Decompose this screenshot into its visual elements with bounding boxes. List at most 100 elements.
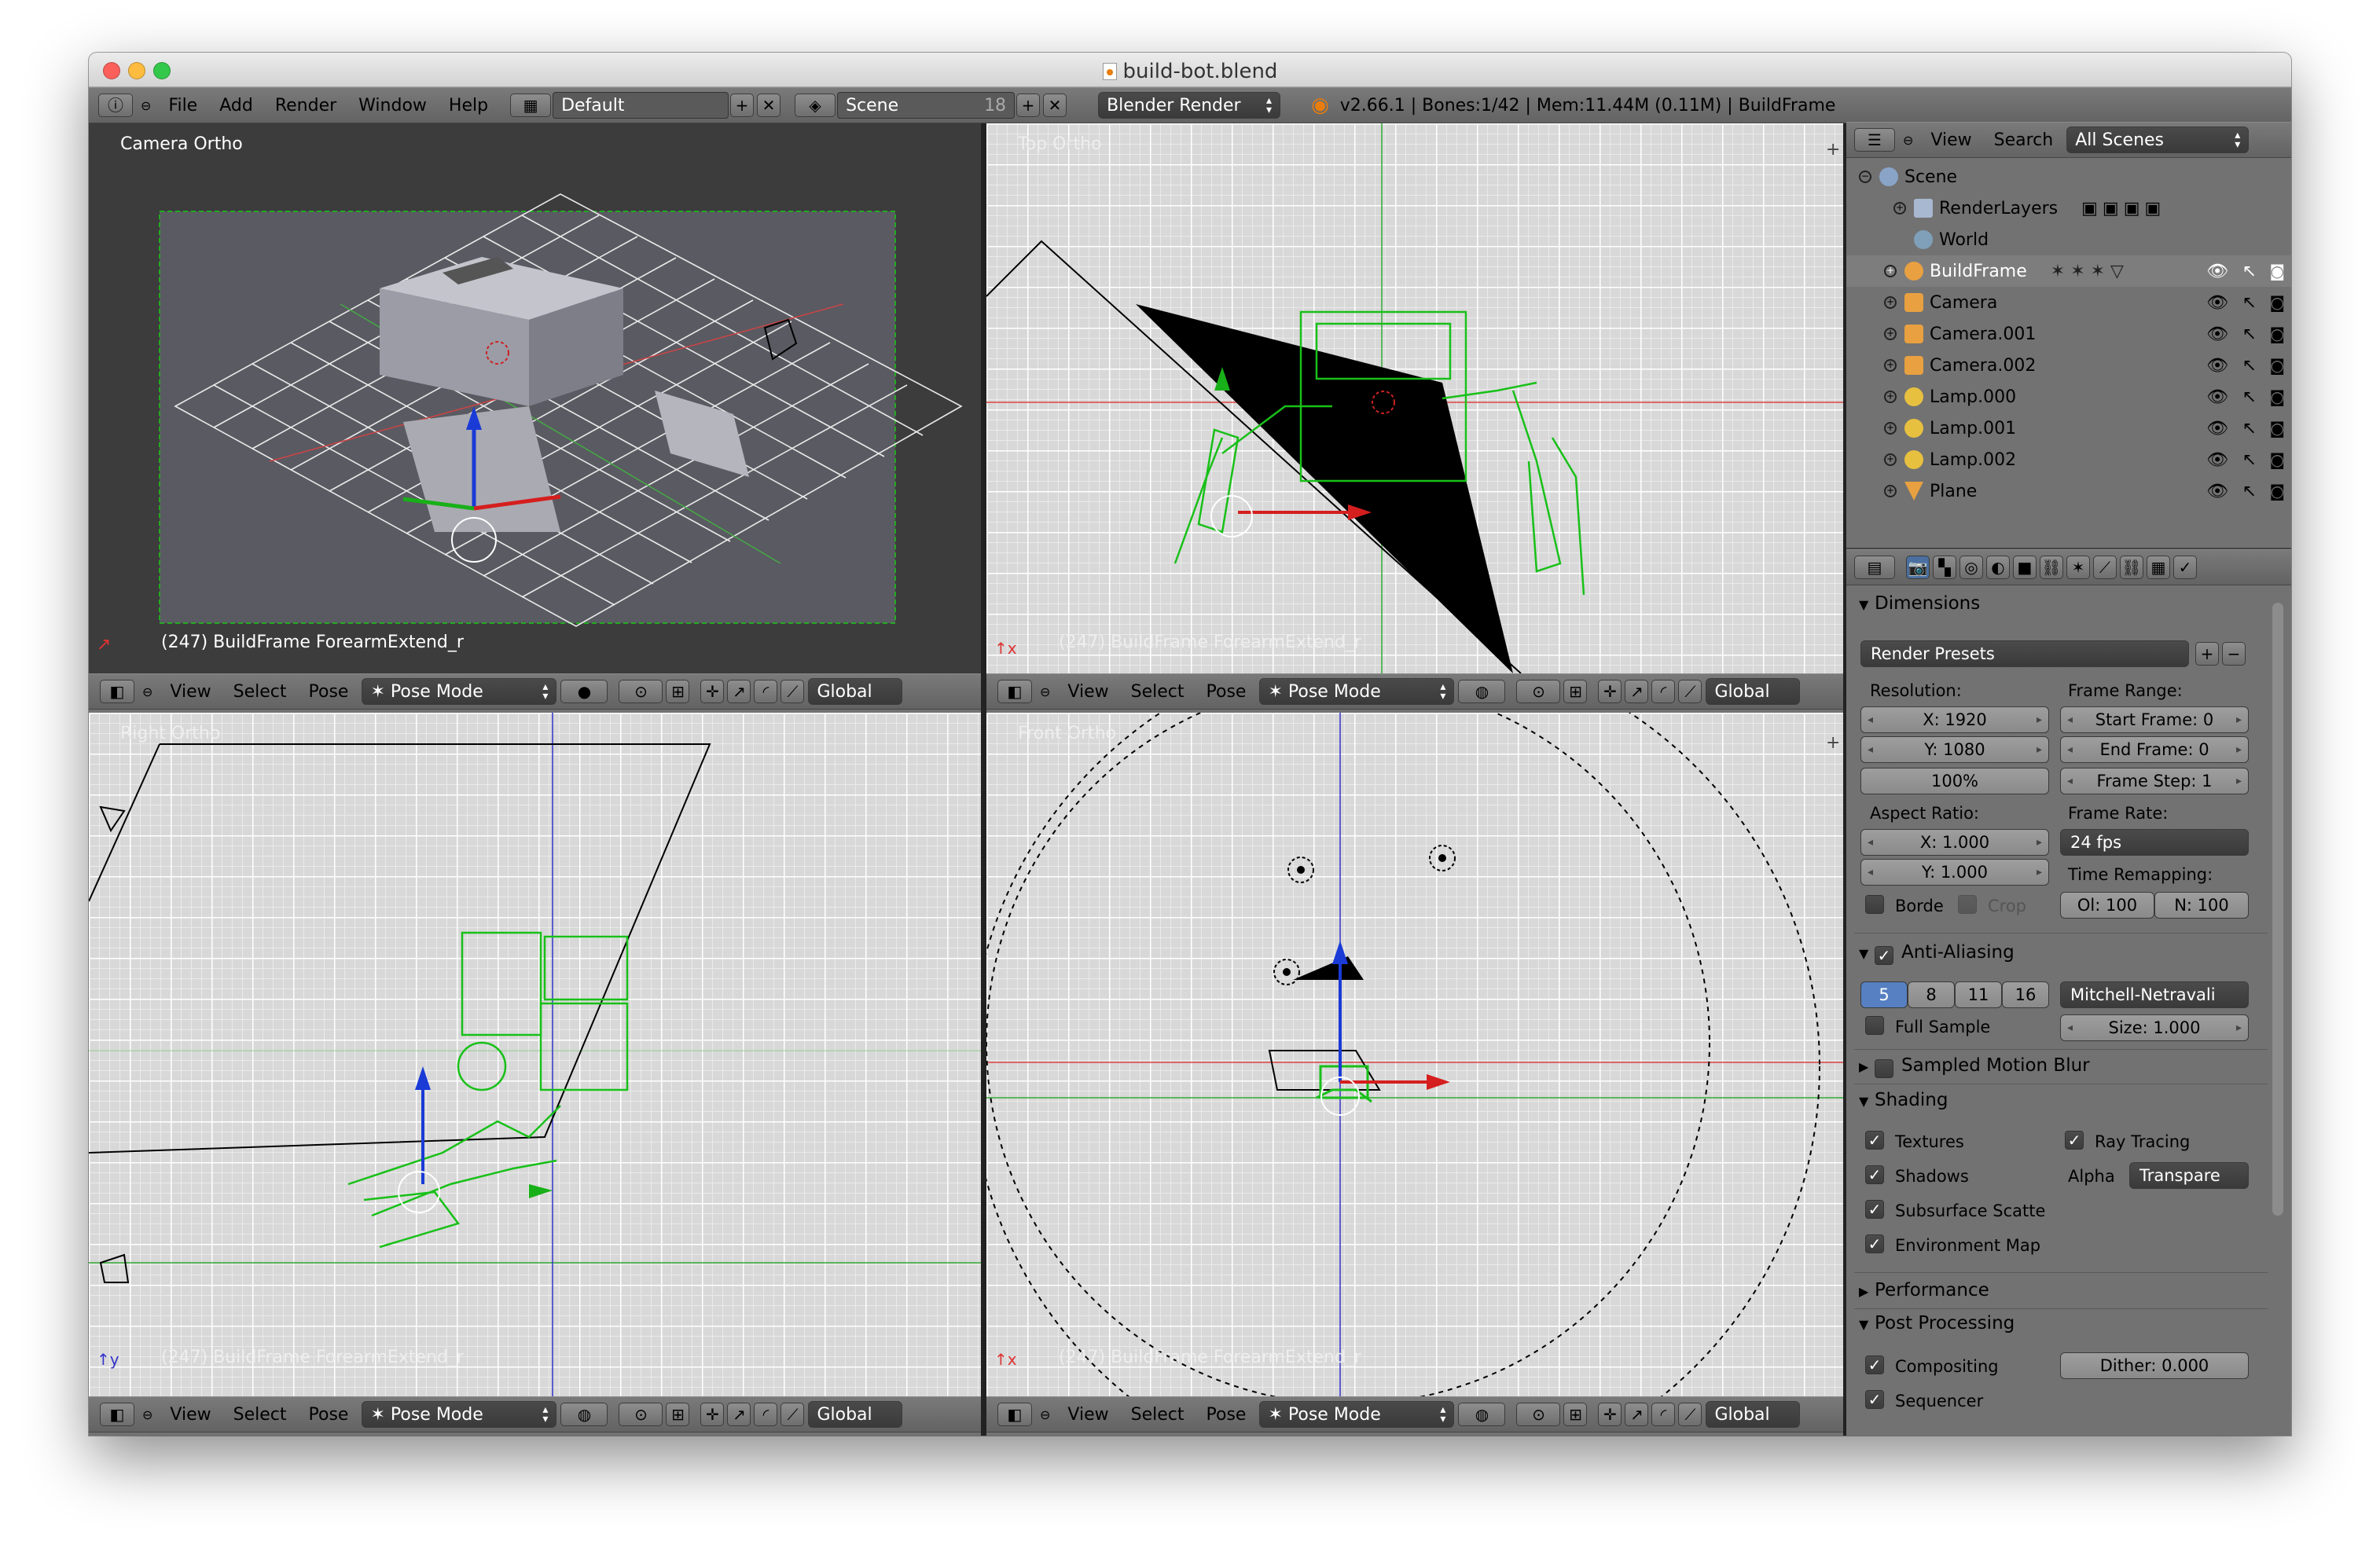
selectable-arrow-icon[interactable]: ↖ [2242, 482, 2257, 501]
pivot-point-icon[interactable]: ⊙ [1516, 680, 1561, 703]
outliner-item-world[interactable]: World [1846, 224, 2291, 255]
shadows-checkbox[interactable]: ✓ [1865, 1165, 1884, 1184]
orientation-dropdown[interactable]: Global [1706, 678, 1801, 705]
pose-manipulator-icon[interactable]: ⟋ [1678, 1403, 1702, 1426]
menu-view[interactable]: View [159, 682, 222, 702]
outliner-item-renderlayers[interactable]: + RenderLayers ▣▣▣▣ [1846, 193, 2291, 224]
selectable-arrow-icon[interactable]: ↖ [2242, 262, 2257, 281]
aa-samples-8[interactable]: 8 [1908, 981, 1955, 1008]
collapse-menu-icon[interactable]: ⊖ [141, 98, 151, 113]
scale-manipulator-icon[interactable]: ◜ [754, 680, 778, 703]
menu-pose[interactable]: Pose [1196, 682, 1258, 702]
outliner-item-plane[interactable]: + Plane 👁 ↖ ◙ [1846, 475, 2291, 507]
visibility-eye-icon[interactable]: 👁 [2206, 325, 2228, 344]
visibility-eye-icon[interactable]: 👁 [2206, 419, 2228, 438]
menu-window[interactable]: Window [347, 96, 438, 116]
expand-icon[interactable]: + [1884, 328, 1897, 340]
viewport-shading-icon[interactable]: ● [560, 680, 608, 703]
textures-checkbox[interactable]: ✓ [1865, 1131, 1884, 1150]
collapse-menu-icon[interactable]: ⊖ [142, 684, 152, 699]
scene-icon[interactable]: ◈ [795, 94, 836, 117]
viewport-front[interactable]: ↑x + Front Ortho (247) BuildFrame Forear… [986, 713, 1843, 1396]
dither-field[interactable]: Dither: 0.000 [2060, 1352, 2249, 1379]
pivot-point-icon[interactable]: ⊙ [1516, 1403, 1561, 1426]
menu-pose[interactable]: Pose [298, 682, 360, 702]
manipulator-toggle-icon[interactable]: ⊞ [1563, 680, 1588, 703]
expand-icon[interactable]: + [1884, 453, 1897, 466]
dimensions-panel-header[interactable]: ▼ Dimensions [1859, 593, 1980, 614]
bone-tab-icon[interactable]: ⟋ [2093, 556, 2117, 579]
viewport-corner-plus-icon[interactable]: + [1826, 140, 1840, 160]
menu-add[interactable]: Add [208, 96, 264, 116]
render-presets-dropdown[interactable]: Render Presets [1860, 640, 2189, 667]
renderable-camera-icon[interactable]: ◙ [2270, 293, 2285, 312]
time-remap-new-field[interactable]: N: 100 [2154, 892, 2249, 919]
remove-screen-icon[interactable]: ✕ [757, 94, 781, 117]
outliner-item-lamp-001[interactable]: + Lamp.001 👁 ↖ ◙ [1846, 413, 2291, 444]
translate-manipulator-icon[interactable]: ✛ [700, 680, 725, 703]
resolution-x-field[interactable]: X: 1920 [1860, 706, 2049, 733]
renderable-camera-icon[interactable]: ◙ [2270, 262, 2285, 281]
collapse-menu-icon[interactable]: ⊖ [1903, 133, 1913, 148]
pose-manipulator-icon[interactable]: ⟋ [1678, 680, 1702, 703]
subsurface-scattering-checkbox[interactable]: ✓ [1865, 1200, 1884, 1219]
outliner-item-scene[interactable]: − Scene [1846, 161, 2291, 193]
menu-help[interactable]: Help [438, 96, 499, 116]
menu-select[interactable]: Select [1120, 682, 1196, 702]
outliner-item-lamp-000[interactable]: + Lamp.000 👁 ↖ ◙ [1846, 381, 2291, 413]
viewport-shading-icon[interactable]: ◍ [560, 1403, 608, 1426]
expand-icon[interactable]: + [1884, 296, 1897, 309]
outliner-item-camera-001[interactable]: + Camera.001 👁 ↖ ◙ [1846, 318, 2291, 350]
selectable-arrow-icon[interactable]: ↖ [2242, 419, 2257, 438]
outliner-menu-search[interactable]: Search [1983, 130, 2065, 150]
expand-icon[interactable]: + [1884, 422, 1897, 435]
editor-type-properties-icon[interactable]: ▤ [1854, 556, 1895, 579]
start-frame-field[interactable]: Start Frame: 0 [2060, 706, 2249, 733]
renderable-camera-icon[interactable]: ◙ [2270, 356, 2285, 375]
remove-scene-icon[interactable]: ✕ [1043, 94, 1067, 117]
menu-view[interactable]: View [159, 1405, 222, 1425]
manipulator-toggle-icon[interactable]: ⊞ [666, 680, 690, 703]
performance-panel-header[interactable]: ▶ Performance [1859, 1280, 1989, 1300]
collapse-menu-icon[interactable]: ⊖ [1040, 1407, 1050, 1422]
render-layers-tab-icon[interactable]: ▚ [1933, 556, 1956, 579]
menu-view[interactable]: View [1056, 682, 1119, 702]
anti-aliasing-panel-header[interactable]: ▼ ✓ Anti-Aliasing [1859, 942, 2015, 965]
pose-manipulator-icon[interactable]: ⟋ [780, 1403, 805, 1426]
armature-tab-icon[interactable]: ✶ [2066, 556, 2090, 579]
selectable-arrow-icon[interactable]: ↖ [2242, 325, 2257, 344]
mode-dropdown[interactable]: ✶ Pose Mode ▴ ▾ [1259, 678, 1455, 705]
menu-file[interactable]: File [157, 96, 208, 116]
end-frame-field[interactable]: End Frame: 0 [2060, 736, 2249, 763]
post-processing-panel-header[interactable]: ▼ Post Processing [1859, 1313, 2015, 1333]
ray-tracing-checkbox[interactable]: ✓ [2065, 1131, 2084, 1150]
motion-blur-checkbox[interactable]: ✓ [1875, 1059, 1893, 1078]
selectable-arrow-icon[interactable]: ↖ [2242, 356, 2257, 376]
crop-checkbox[interactable]: ✓ [1958, 895, 1977, 914]
editor-type-outliner-icon[interactable]: ☰ [1854, 128, 1895, 152]
properties-scrollbar[interactable] [2272, 603, 2283, 1216]
pivot-point-icon[interactable]: ⊙ [619, 1403, 663, 1426]
orientation-dropdown[interactable]: Global [1706, 1401, 1801, 1428]
renderable-camera-icon[interactable]: ◙ [2270, 482, 2285, 501]
area-divider-vertical[interactable] [981, 123, 986, 1436]
menu-select[interactable]: Select [222, 1405, 298, 1425]
collapse-menu-icon[interactable]: ⊖ [142, 1407, 152, 1422]
visibility-eye-icon[interactable]: 👁 [2206, 293, 2228, 313]
expand-icon[interactable]: + [1884, 265, 1897, 277]
object-tab-icon[interactable]: ■ [2013, 556, 2037, 579]
add-preset-icon[interactable]: + [2195, 642, 2219, 666]
resolution-y-field[interactable]: Y: 1080 [1860, 736, 2049, 763]
pivot-point-icon[interactable]: ⊙ [619, 680, 663, 703]
aa-samples-5[interactable]: 5 [1860, 981, 1908, 1008]
translate-manipulator-icon[interactable]: ✛ [1598, 680, 1622, 703]
manipulator-toggle-icon[interactable]: ⊞ [666, 1403, 690, 1426]
translate-manipulator-icon[interactable]: ✛ [700, 1403, 725, 1426]
expand-icon[interactable]: + [1893, 202, 1906, 215]
editor-type-info-icon[interactable]: ⓘ [98, 94, 133, 117]
motion-blur-panel-header[interactable]: ▶ ✓ Sampled Motion Blur [1859, 1055, 2090, 1078]
editor-type-3d-icon[interactable]: ◧ [100, 680, 134, 703]
viewport-shading-icon[interactable]: ◍ [1458, 1403, 1506, 1426]
environment-map-checkbox[interactable]: ✓ [1865, 1234, 1884, 1253]
visibility-eye-icon[interactable]: 👁 [2206, 450, 2228, 470]
